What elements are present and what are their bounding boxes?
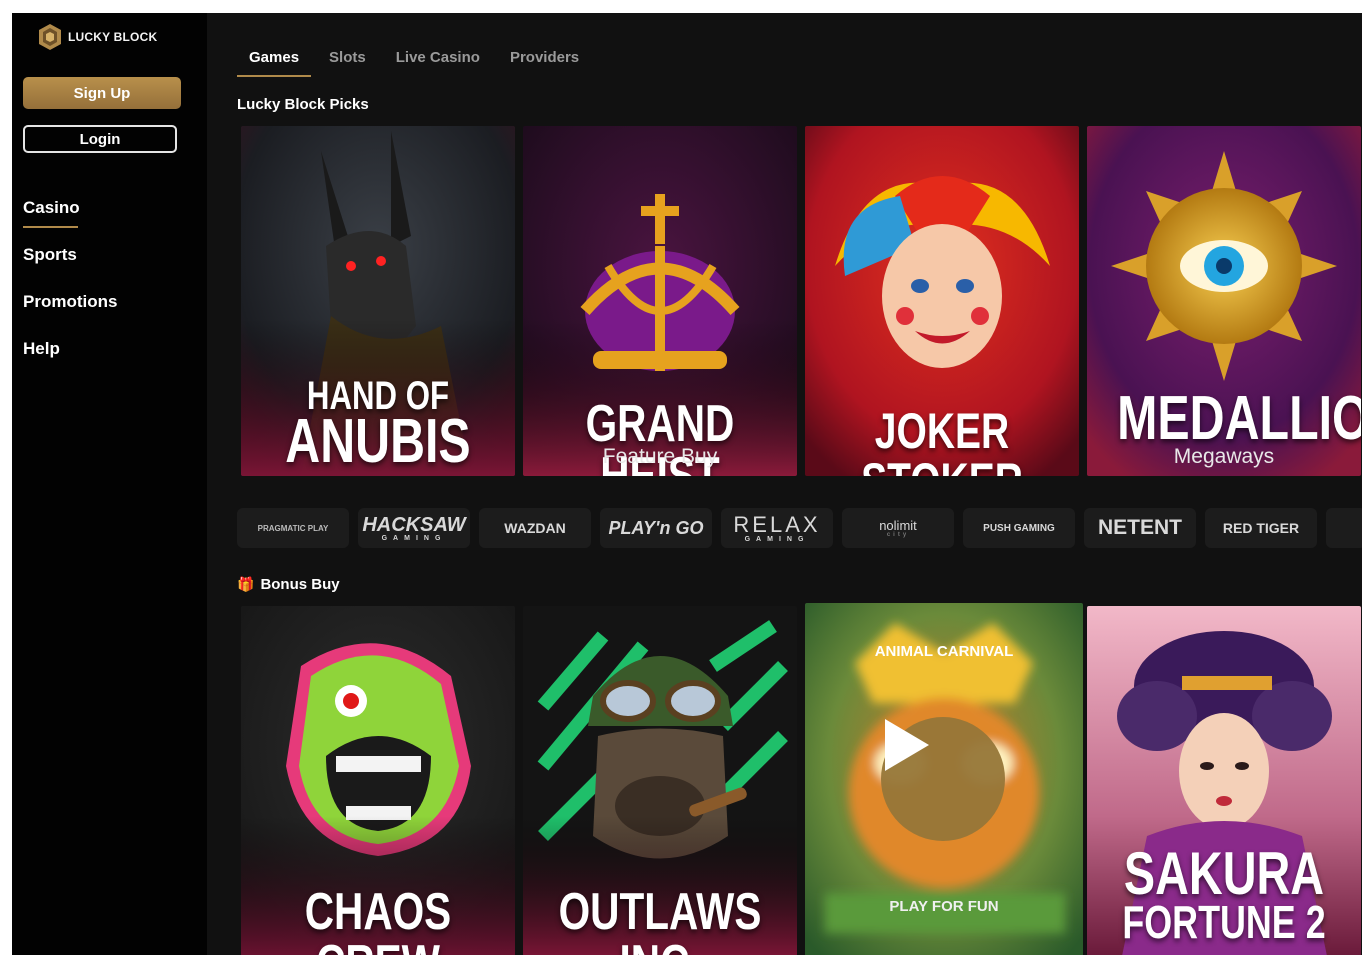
game-card-joker-stoker[interactable]: JOKER STOKER bbox=[805, 126, 1079, 476]
game-title-line2: FORTUNE 2 bbox=[1122, 896, 1326, 948]
game-title: CHAOS CREW bbox=[304, 883, 452, 955]
provider-red-tiger[interactable]: RED TIGER bbox=[1205, 508, 1317, 548]
provider-nolimit-city[interactable]: nolimit city bbox=[842, 508, 954, 548]
game-card-chaos-crew[interactable]: CHAOS CREW bbox=[241, 606, 515, 955]
section-title-text: Bonus Buy bbox=[260, 576, 340, 593]
game-subtitle: Feature Buy bbox=[602, 445, 718, 468]
provider-sublabel: GAMING bbox=[381, 534, 447, 542]
provider-label: nolimit bbox=[879, 517, 917, 533]
brand-logo[interactable]: LUCKY BLOCK bbox=[38, 23, 157, 51]
play-for-fun-link[interactable]: PLAY FOR FUN bbox=[805, 898, 1083, 915]
provider-push-gaming[interactable]: PUSH GAMING bbox=[963, 508, 1075, 548]
brand-name: LUCKY BLOCK bbox=[68, 30, 158, 44]
sidebar-item-sports[interactable]: Sports bbox=[23, 243, 117, 290]
provider-play-n-go[interactable]: PLAY'n GO bbox=[600, 508, 712, 548]
gift-icon: 🎁 bbox=[237, 576, 255, 592]
lucky-block-logo-icon bbox=[39, 24, 61, 50]
tab-providers[interactable]: Providers bbox=[498, 49, 591, 79]
main-content: Games Slots Live Casino Providers Lucky … bbox=[207, 13, 1362, 955]
play-button[interactable] bbox=[881, 717, 1005, 841]
provider-label: NETENT bbox=[1098, 516, 1182, 539]
provider-strip: PRAGMATIC PLAY HACKSAW GAMING WAZDAN PLA… bbox=[237, 508, 1362, 548]
game-card-hand-of-anubis[interactable]: HAND OF ANUBIS bbox=[241, 126, 515, 476]
provider-label: PLAY'n GO bbox=[608, 517, 704, 538]
provider-label: RELAX bbox=[733, 511, 821, 537]
game-card-animal-carnival[interactable]: ANIMAL CARNIVAL PLAY FOR FUN bbox=[805, 603, 1083, 955]
game-card-outlaws-inc[interactable]: OUTLAWS INC. bbox=[523, 606, 797, 955]
provider-label: PUSH GAMING bbox=[983, 522, 1055, 534]
sidebar-item-help[interactable]: Help bbox=[23, 337, 117, 384]
provider-wazdan[interactable]: WAZDAN bbox=[479, 508, 591, 548]
game-tabs: Games Slots Live Casino Providers bbox=[237, 49, 597, 79]
provider-label: HACKSAW bbox=[362, 513, 466, 536]
provider-sublabel: GAMING bbox=[744, 535, 810, 543]
game-title-line1: SAKURA bbox=[1123, 840, 1325, 907]
provider-pragmatic-play[interactable]: PRAGMATIC PLAY bbox=[237, 508, 349, 548]
game-card-grand-heist[interactable]: GRAND HEIST Feature Buy bbox=[523, 126, 797, 476]
login-button[interactable]: Login bbox=[23, 125, 177, 153]
sidebar-item-promotions[interactable]: Promotions bbox=[23, 290, 117, 337]
tab-slots[interactable]: Slots bbox=[317, 49, 378, 79]
provider-label: PRAGMATIC PLAY bbox=[257, 523, 329, 533]
provider-next-partial[interactable] bbox=[1326, 508, 1362, 548]
play-icon bbox=[885, 719, 929, 771]
section-title-bonus: 🎁 Bonus Buy bbox=[237, 576, 340, 593]
app-window: LUCKY BLOCK Sign Up Login Casino Sports … bbox=[12, 13, 1362, 955]
game-title: OUTLAWS INC. bbox=[558, 883, 762, 955]
sidebar-item-casino[interactable]: Casino bbox=[23, 196, 117, 243]
game-title: MEDALLION bbox=[1117, 384, 1361, 453]
provider-sublabel: city bbox=[886, 531, 910, 538]
game-title-line2: ANUBIS bbox=[285, 407, 471, 476]
provider-netent[interactable]: NETENT bbox=[1084, 508, 1196, 548]
sidebar-nav: Casino Sports Promotions Help bbox=[23, 196, 117, 384]
provider-hacksaw[interactable]: HACKSAW GAMING bbox=[358, 508, 470, 548]
provider-relax-gaming[interactable]: RELAX GAMING bbox=[721, 508, 833, 548]
provider-label: RED TIGER bbox=[1222, 520, 1300, 536]
game-title: JOKER STOKER bbox=[861, 403, 1023, 476]
game-subtitle: Megaways bbox=[1173, 445, 1275, 468]
game-card-sakura-fortune-2[interactable]: SAKURA FORTUNE 2 bbox=[1087, 606, 1361, 955]
section-title-picks: Lucky Block Picks bbox=[237, 96, 369, 113]
sidebar: LUCKY BLOCK Sign Up Login Casino Sports … bbox=[12, 13, 207, 955]
tab-games[interactable]: Games bbox=[237, 49, 312, 79]
provider-label: WAZDAN bbox=[504, 520, 566, 536]
tab-live-casino[interactable]: Live Casino bbox=[384, 49, 492, 79]
game-card-medallion[interactable]: MEDALLION Megaways bbox=[1087, 126, 1361, 476]
sign-up-button[interactable]: Sign Up bbox=[23, 77, 181, 109]
game-hover-title: ANIMAL CARNIVAL bbox=[874, 643, 1014, 660]
